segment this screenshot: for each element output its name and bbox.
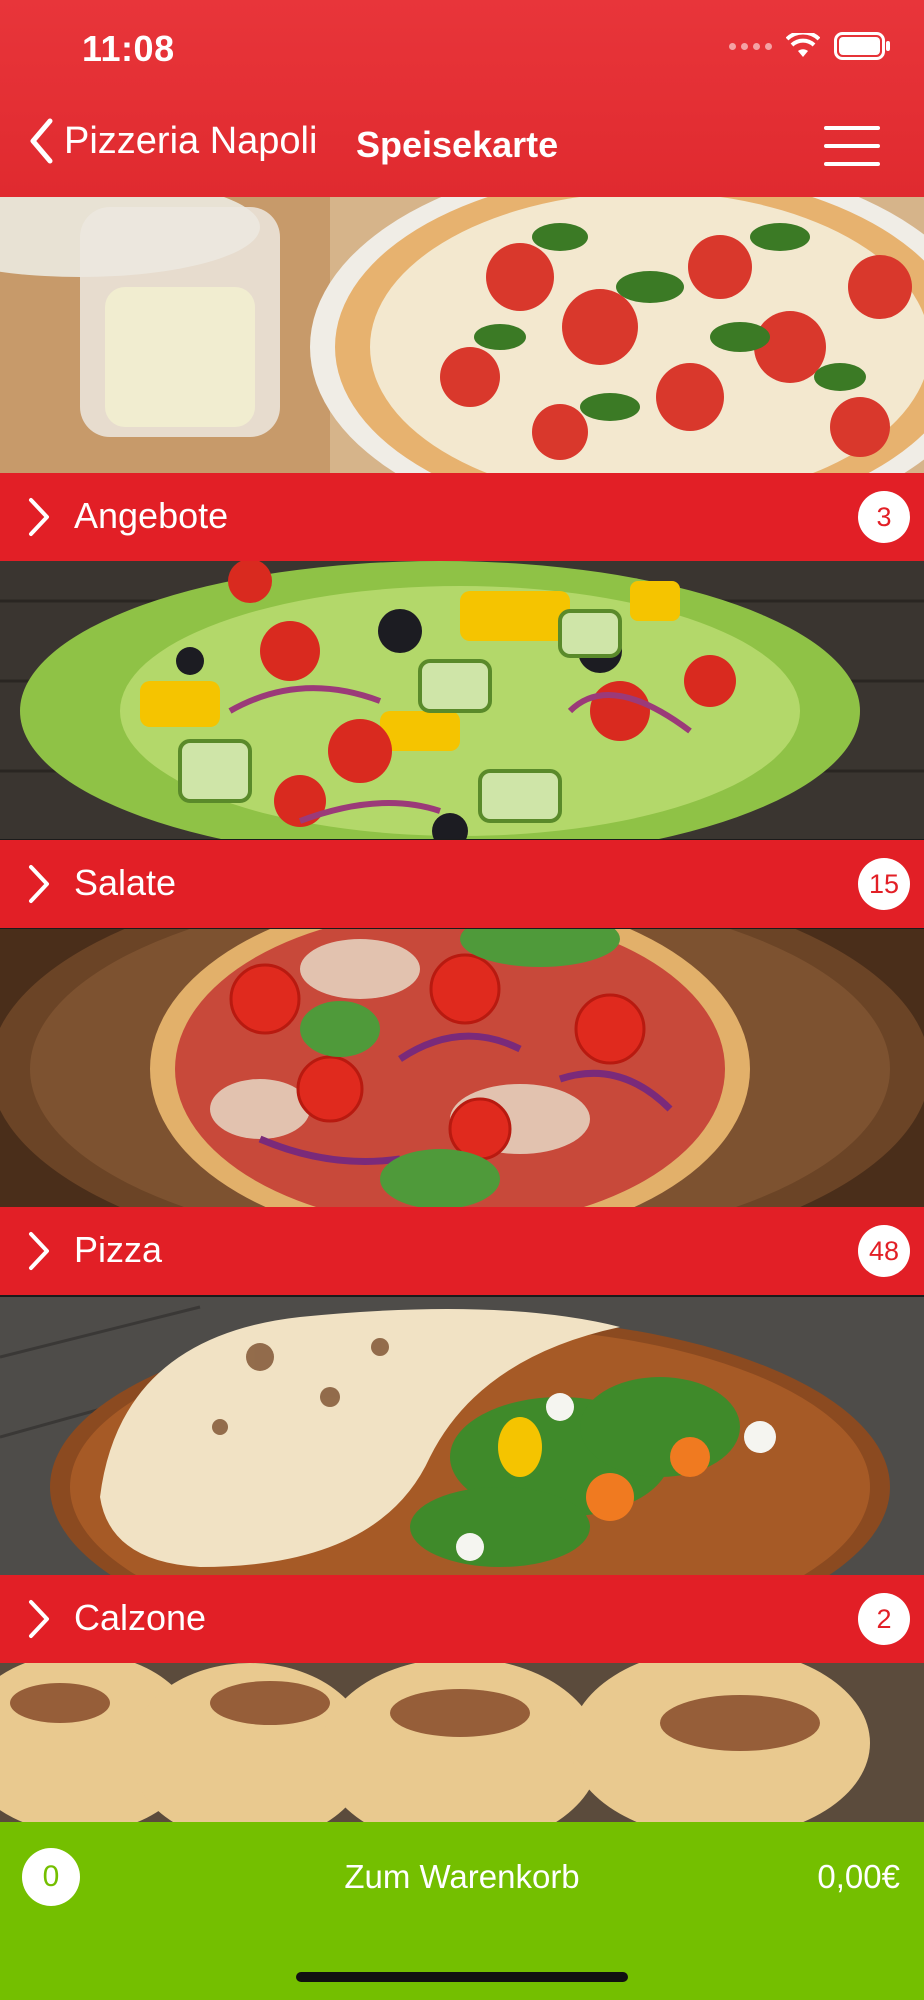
cart-label: Zum Warenkorb xyxy=(344,1858,580,1895)
battery-icon xyxy=(834,32,890,60)
chevron-right-icon xyxy=(29,865,49,903)
page-title: Speisekarte xyxy=(356,124,559,165)
pizzabroetchen-photo xyxy=(0,1663,924,1823)
chevron-right-icon xyxy=(29,1232,49,1270)
status-icons xyxy=(729,32,892,60)
back-button[interactable]: Pizzeria Napoli xyxy=(28,118,317,164)
category-angebote[interactable]: Angebote 3 xyxy=(0,473,924,561)
category-count-badge: 2 xyxy=(858,1593,910,1645)
wifi-icon xyxy=(786,33,820,57)
chevron-right-icon xyxy=(29,498,49,536)
category-count-badge: 15 xyxy=(858,858,910,910)
angebote-photo xyxy=(0,197,924,473)
cellular-signal-icon xyxy=(729,42,772,50)
category-label: Salate xyxy=(74,862,177,903)
category-salate[interactable]: Salate 15 xyxy=(0,840,924,928)
hamburger-menu-button[interactable] xyxy=(824,126,880,166)
cart-button[interactable]: 0 Zum Warenkorb 0,00€ xyxy=(0,1822,924,2000)
status-time: 11:08 xyxy=(82,28,175,69)
pizza-photo xyxy=(0,929,924,1207)
cart-total: 0,00€ xyxy=(817,1858,900,1895)
home-indicator xyxy=(296,1972,628,1982)
calzone-photo xyxy=(0,1297,924,1575)
back-label: Pizzeria Napoli xyxy=(64,119,318,162)
header: 11:08 Pizzeria Napoli Speisekarte xyxy=(0,0,924,197)
chevron-left-icon xyxy=(30,118,53,164)
category-label: Calzone xyxy=(74,1597,207,1638)
salate-photo xyxy=(0,561,924,839)
category-pizza[interactable]: Pizza 48 xyxy=(0,1207,924,1295)
category-count-badge: 48 xyxy=(858,1225,910,1277)
category-label: Angebote xyxy=(74,495,229,536)
category-calzone[interactable]: Calzone 2 xyxy=(0,1575,924,1663)
chevron-right-icon xyxy=(29,1600,49,1638)
category-count-badge: 3 xyxy=(858,491,910,543)
category-label: Pizza xyxy=(74,1229,163,1270)
